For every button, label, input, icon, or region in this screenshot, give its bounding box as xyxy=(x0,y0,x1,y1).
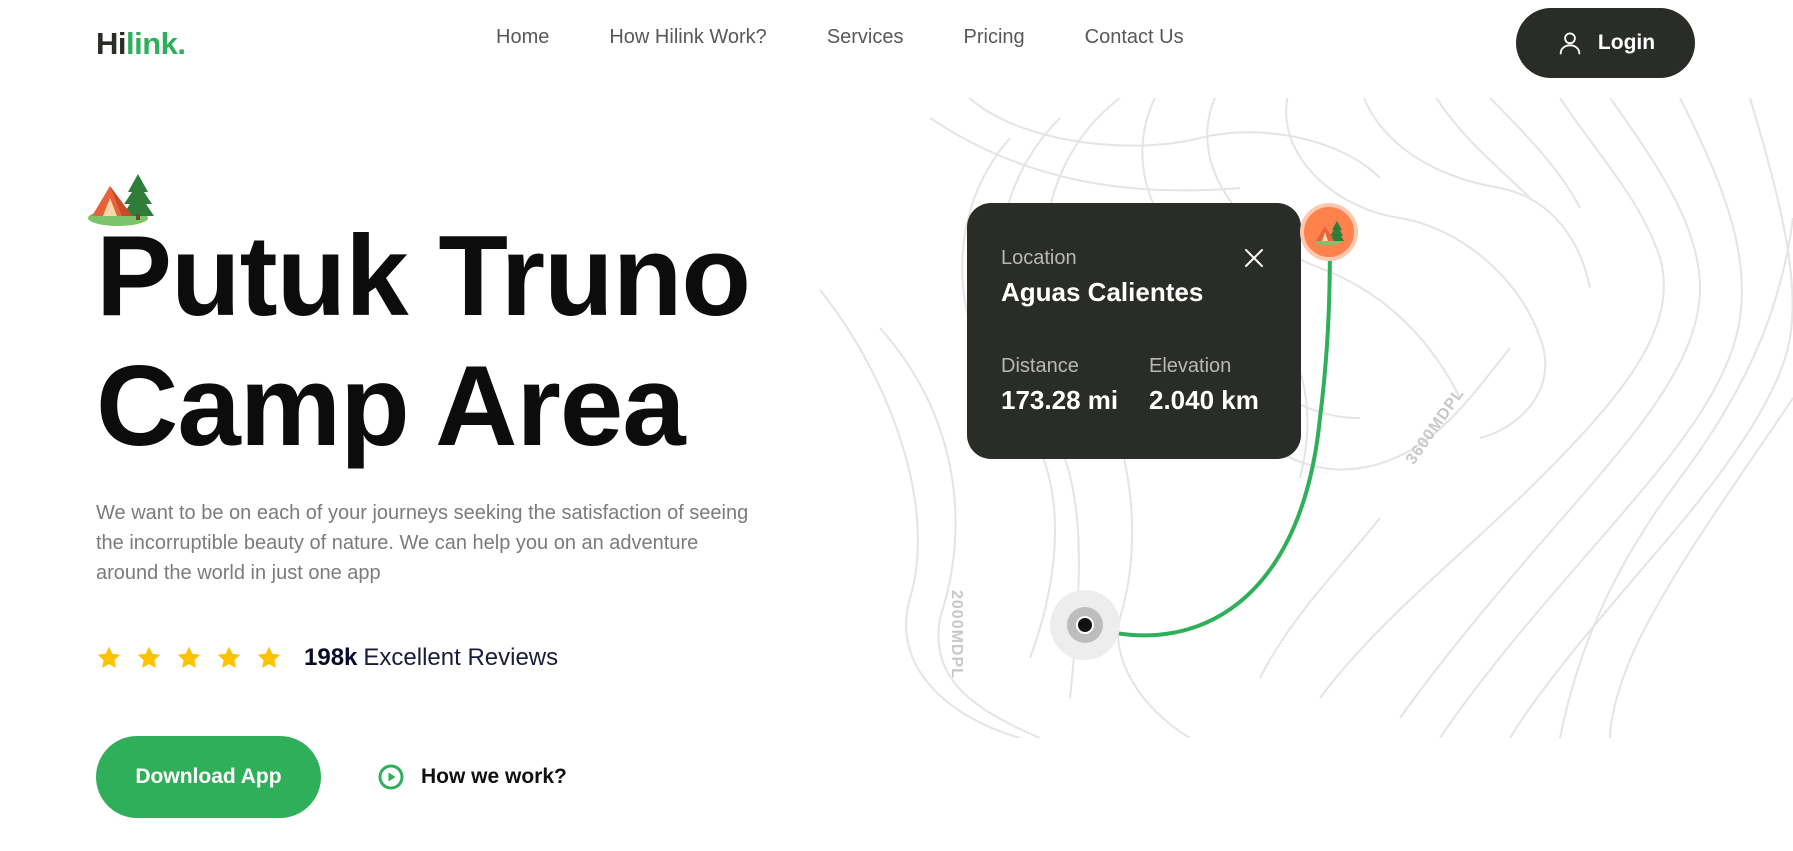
login-label: Login xyxy=(1597,31,1656,54)
logo-text: Hi xyxy=(96,26,127,61)
reviews-text: Excellent Reviews xyxy=(363,644,559,671)
camping-tent-icon xyxy=(1315,221,1344,245)
distance-value: 173.28 mi xyxy=(1001,385,1119,415)
hero-description: We want to be on each of your journeys s… xyxy=(96,502,749,584)
rating: 198k Excellent Reviews xyxy=(96,644,558,672)
nav-how-hilink-work[interactable]: How Hilink Work? xyxy=(609,26,766,49)
star-icon xyxy=(257,646,281,668)
hero-title-line2: Camp Area xyxy=(96,343,686,470)
distance-label: Distance xyxy=(1001,355,1079,377)
play-icon xyxy=(378,764,404,790)
nav-services[interactable]: Services xyxy=(827,26,904,49)
main-nav: Home How Hilink Work? Services Pricing C… xyxy=(496,26,1184,49)
reviews-count: 198k xyxy=(304,644,358,671)
hero-title: Putuk Truno Camp Area xyxy=(96,212,751,472)
nav-home[interactable]: Home xyxy=(496,26,549,49)
star-icon xyxy=(217,646,241,668)
contour-map xyxy=(820,98,1793,738)
location-card: Location Aguas Calientes Distance 173.28… xyxy=(967,203,1301,459)
location-value: Aguas Calientes xyxy=(1001,277,1204,307)
star-icon xyxy=(137,646,161,668)
how-we-work-label: How we work? xyxy=(421,765,567,788)
nav-contact-us[interactable]: Contact Us xyxy=(1085,26,1184,49)
logo[interactable]: Hilink. xyxy=(96,26,186,62)
how-we-work-link[interactable]: How we work? xyxy=(378,764,567,790)
nav-pricing[interactable]: Pricing xyxy=(964,26,1025,49)
destination-pin[interactable] xyxy=(1300,203,1358,261)
login-button[interactable]: Login xyxy=(1516,8,1695,78)
star-icon xyxy=(177,646,201,668)
elevation-label: Elevation xyxy=(1149,355,1232,377)
elevation-value: 2.040 km xyxy=(1149,385,1259,415)
rating-stars xyxy=(96,645,282,671)
download-app-button[interactable]: Download App xyxy=(96,736,321,818)
close-icon[interactable] xyxy=(1243,247,1265,269)
hero-title-line1: Putuk Truno xyxy=(96,213,751,340)
logo-accent-text: link. xyxy=(126,26,186,61)
location-label: Location xyxy=(1001,247,1077,269)
contour-label-left: 2000MDPL xyxy=(948,590,965,679)
star-icon xyxy=(97,646,121,668)
user-icon xyxy=(1559,32,1581,55)
